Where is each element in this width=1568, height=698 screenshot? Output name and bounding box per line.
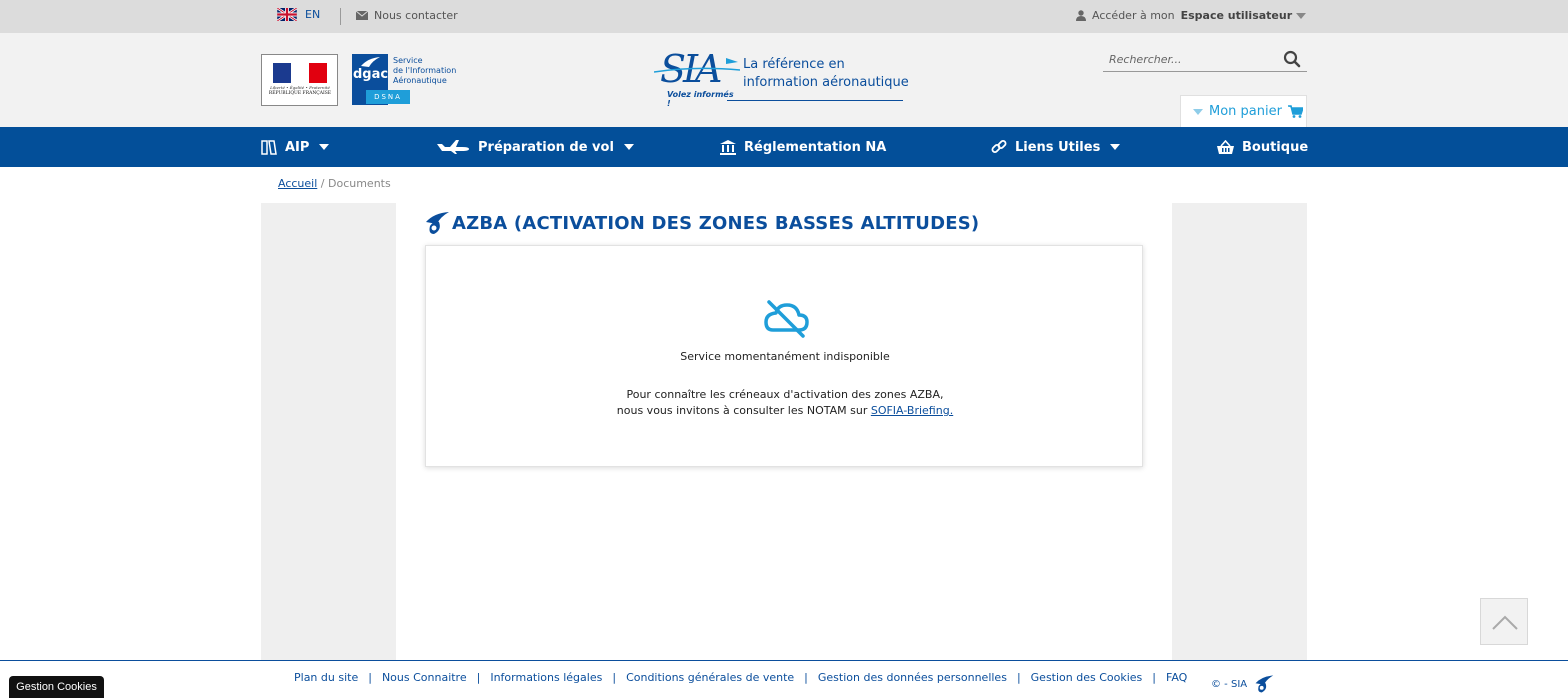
link-icon <box>991 140 1007 153</box>
nav-boutique-label[interactable]: Boutique <box>1242 140 1308 155</box>
copyright-text: © - SIA <box>1211 678 1248 690</box>
site-header: Liberté • Égalité • Fraternité RÉPUBLIQU… <box>0 33 1568 127</box>
chevron-up-icon <box>1492 615 1518 630</box>
rf-name: RÉPUBLIQUE FRANÇAISE <box>268 91 332 96</box>
footer-link-informations-legales[interactable]: Informations légales <box>490 671 602 684</box>
airplane-icon <box>437 140 469 154</box>
basket-icon <box>1217 140 1234 154</box>
caret-down-icon <box>623 144 634 150</box>
sia-logo[interactable]: SIA Volez informés ! <box>653 46 741 108</box>
footer-separator: | <box>476 671 481 684</box>
sia-bird-icon <box>1255 675 1274 693</box>
republique-francaise-logo[interactable]: Liberté • Égalité • Fraternité RÉPUBLIQU… <box>261 54 338 106</box>
account-prefix[interactable]: Accéder à mon <box>1092 9 1175 22</box>
sia-tagline: La référence en information aéronautique <box>743 56 909 92</box>
rf-flag-graphic <box>273 63 327 83</box>
rf-motto: Liberté • Égalité • Fraternité <box>270 85 330 90</box>
nav-reglementation-label[interactable]: Réglementation NA <box>744 140 886 155</box>
cart-button[interactable]: Mon panier <box>1180 95 1307 127</box>
dgac-line-3: Aéronautique <box>393 76 447 85</box>
sia-wordmark-graphic: SIA <box>653 47 741 91</box>
caret-down-icon <box>1110 144 1121 150</box>
dsna-badge: DSNA <box>366 90 410 104</box>
caret-down-icon <box>1193 108 1203 115</box>
sia-bird-icon <box>426 212 449 234</box>
footer-links: Plan du site | Nous Connaitre | Informat… <box>294 671 1187 684</box>
page-title: AZBA (ACTIVATION DES ZONES BASSES ALTITU… <box>424 210 979 236</box>
breadcrumb-separator: / <box>320 177 325 190</box>
nav-preparation-label[interactable]: Préparation de vol <box>478 140 614 155</box>
footer-separator: | <box>1016 671 1021 684</box>
right-sidebar <box>1172 203 1307 660</box>
service-unavailable-card: Service momentanément indisponible Pour … <box>425 245 1143 467</box>
contact-label[interactable]: Nous contacter <box>374 9 458 22</box>
search-input[interactable] <box>1109 50 1279 68</box>
nav-boutique[interactable]: Boutique <box>1217 127 1308 167</box>
copyright: © - SIA <box>1211 674 1275 694</box>
footer-separator: | <box>804 671 808 684</box>
footer-link-donnees-personnelles[interactable]: Gestion des données personnelles <box>818 671 1007 684</box>
search-icon[interactable] <box>1283 50 1301 68</box>
tagline-line-2: information aéronautique <box>743 75 909 90</box>
nav-liens-label[interactable]: Liens Utiles <box>1015 140 1100 155</box>
caret-down-icon <box>1296 12 1307 19</box>
left-sidebar <box>261 203 396 660</box>
footer-separator: | <box>368 671 372 684</box>
account-menu[interactable]: Accéder à mon Espace utilisateur <box>1076 9 1307 22</box>
account-label[interactable]: Espace utilisateur <box>1181 9 1293 22</box>
nav-aip[interactable]: AIP <box>261 127 330 167</box>
tagline-underline <box>727 100 903 101</box>
top-utility-bar: EN Nous contacter Accéder à mon Espace u… <box>0 0 1568 33</box>
breadcrumb-home-link[interactable]: Accueil <box>278 177 317 190</box>
sia-slogan: Volez informés ! <box>667 90 734 108</box>
breadcrumb: Accueil / Documents <box>278 177 391 190</box>
dgac-line-1: Service <box>393 56 423 65</box>
footer-link-nous-connaitre[interactable]: Nous Connaitre <box>382 671 467 684</box>
caret-down-icon <box>319 144 330 150</box>
language-switch[interactable]: EN <box>277 8 320 21</box>
user-icon <box>1076 10 1086 21</box>
cloud-off-icon <box>764 300 809 338</box>
footer-link-plan-du-site[interactable]: Plan du site <box>294 671 358 684</box>
footer-link-cgv[interactable]: Conditions générales de vente <box>626 671 794 684</box>
uk-flag-icon <box>277 8 297 21</box>
service-message-line-2: nous vous invitons à consulter les NOTAM… <box>426 403 1144 419</box>
service-status-text: Service momentanément indisponible <box>680 350 890 363</box>
tagline-line-1: La référence en <box>743 57 845 72</box>
footer-link-gestion-cookies[interactable]: Gestion des Cookies <box>1031 671 1143 684</box>
sofia-briefing-link[interactable]: SOFIA-Briefing. <box>871 404 953 417</box>
topbar-divider <box>340 8 341 25</box>
service-message-line-1: Pour connaître les créneaux d'activation… <box>626 388 944 401</box>
dgac-wordmark: dgac <box>353 67 389 82</box>
page-title-text: AZBA (ACTIVATION DES ZONES BASSES ALTITU… <box>452 212 980 234</box>
dgac-line-2: de l'Information <box>393 66 457 75</box>
institution-icon <box>720 139 736 155</box>
service-message: Pour connaître les créneaux d'activation… <box>426 387 1144 419</box>
envelope-icon <box>356 11 368 20</box>
scroll-to-top-button[interactable] <box>1480 598 1528 645</box>
language-code[interactable]: EN <box>305 8 320 21</box>
nav-aip-label[interactable]: AIP <box>285 140 309 155</box>
cart-label[interactable]: Mon panier <box>1209 104 1282 119</box>
footer-separator: | <box>612 671 617 684</box>
site-footer: Plan du site | Nous Connaitre | Informat… <box>0 660 1568 698</box>
nav-reglementation[interactable]: Réglementation NA <box>720 127 886 167</box>
service-message-prefix: nous vous invitons à consulter les NOTAM… <box>616 404 868 417</box>
breadcrumb-current: Documents <box>328 177 391 190</box>
contact-link[interactable]: Nous contacter <box>356 9 458 22</box>
shopping-cart-icon <box>1287 105 1303 118</box>
nav-liens-utiles[interactable]: Liens Utiles <box>991 127 1121 167</box>
footer-link-faq[interactable]: FAQ <box>1166 671 1187 684</box>
nav-preparation-vol[interactable]: Préparation de vol <box>436 127 634 167</box>
dgac-service-text: Service de l'Information Aéronautique <box>393 56 456 86</box>
main-navigation: AIP Préparation de vol Réglementation NA… <box>0 127 1568 167</box>
footer-separator: | <box>1152 671 1157 684</box>
search-box <box>1103 47 1307 72</box>
cookie-settings-button[interactable]: Gestion Cookies <box>9 676 104 698</box>
book-icon <box>261 139 277 155</box>
